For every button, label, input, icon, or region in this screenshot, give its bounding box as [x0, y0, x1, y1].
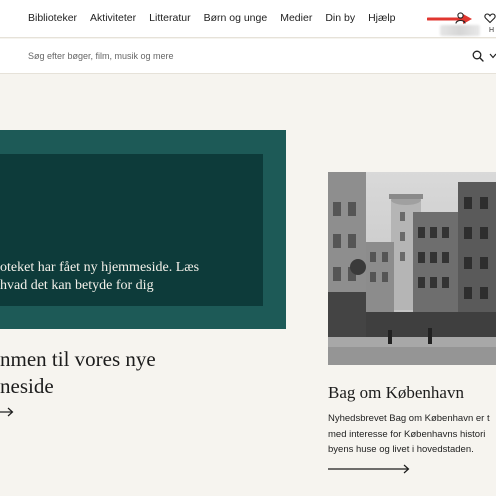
nav-item-hjaelp[interactable]: Hjælp — [368, 12, 395, 24]
nav-item-din-by[interactable]: Din by — [325, 12, 355, 24]
copenhagen-street-photo[interactable] — [328, 172, 496, 365]
hero-text-line: oteket har fået ny hjemmeside. Læs — [0, 260, 200, 275]
card-description-line: byens huse og livet i hovedstaden. — [328, 444, 474, 455]
heart-icon[interactable] — [484, 12, 496, 24]
nav-item-aktiviteter[interactable]: Aktiviteter — [90, 12, 136, 24]
arrow-right-icon[interactable] — [328, 464, 410, 474]
hero-text: oteket har fået ny hjemmeside. Læs hvad … — [0, 259, 262, 295]
hero-text-line: hvad det kan betyde for dig — [0, 278, 154, 293]
chevron-down-icon[interactable] — [489, 53, 496, 59]
card-description-line: Nyhedsbrevet Bag om København er t — [328, 413, 490, 424]
feature-heading-line: nmen til vores nye — [0, 347, 156, 371]
feature-heading[interactable]: nmen til vores nye neside — [0, 346, 300, 400]
user-icon[interactable] — [455, 12, 466, 24]
nav-item-medier[interactable]: Medier — [280, 12, 312, 24]
search-input[interactable] — [28, 48, 448, 64]
main-menu: Biblioteker Aktiviteter Litteratur Børn … — [28, 12, 396, 24]
blurred-account-label — [440, 25, 480, 36]
card-description: Nyhedsbrevet Bag om København er t med i… — [328, 411, 496, 458]
search-bar — [0, 39, 496, 74]
card-description-line: med interesse for Københavns histori — [328, 428, 486, 440]
search-icon[interactable] — [472, 50, 484, 62]
nav-item-born-og-unge[interactable]: Børn og unge — [204, 12, 268, 24]
nav-item-litteratur[interactable]: Litteratur — [149, 12, 190, 24]
nav-item-biblioteker[interactable]: Biblioteker — [28, 12, 77, 24]
favorites-label: H — [489, 27, 495, 34]
feature-heading-line: neside — [0, 374, 54, 398]
top-navigation: Biblioteker Aktiviteter Litteratur Børn … — [0, 0, 496, 38]
street-scene-image — [328, 172, 496, 365]
red-arrow-annotation — [427, 14, 472, 24]
card-title[interactable]: Bag om København — [328, 383, 464, 403]
arrow-right-icon[interactable] — [0, 407, 14, 417]
